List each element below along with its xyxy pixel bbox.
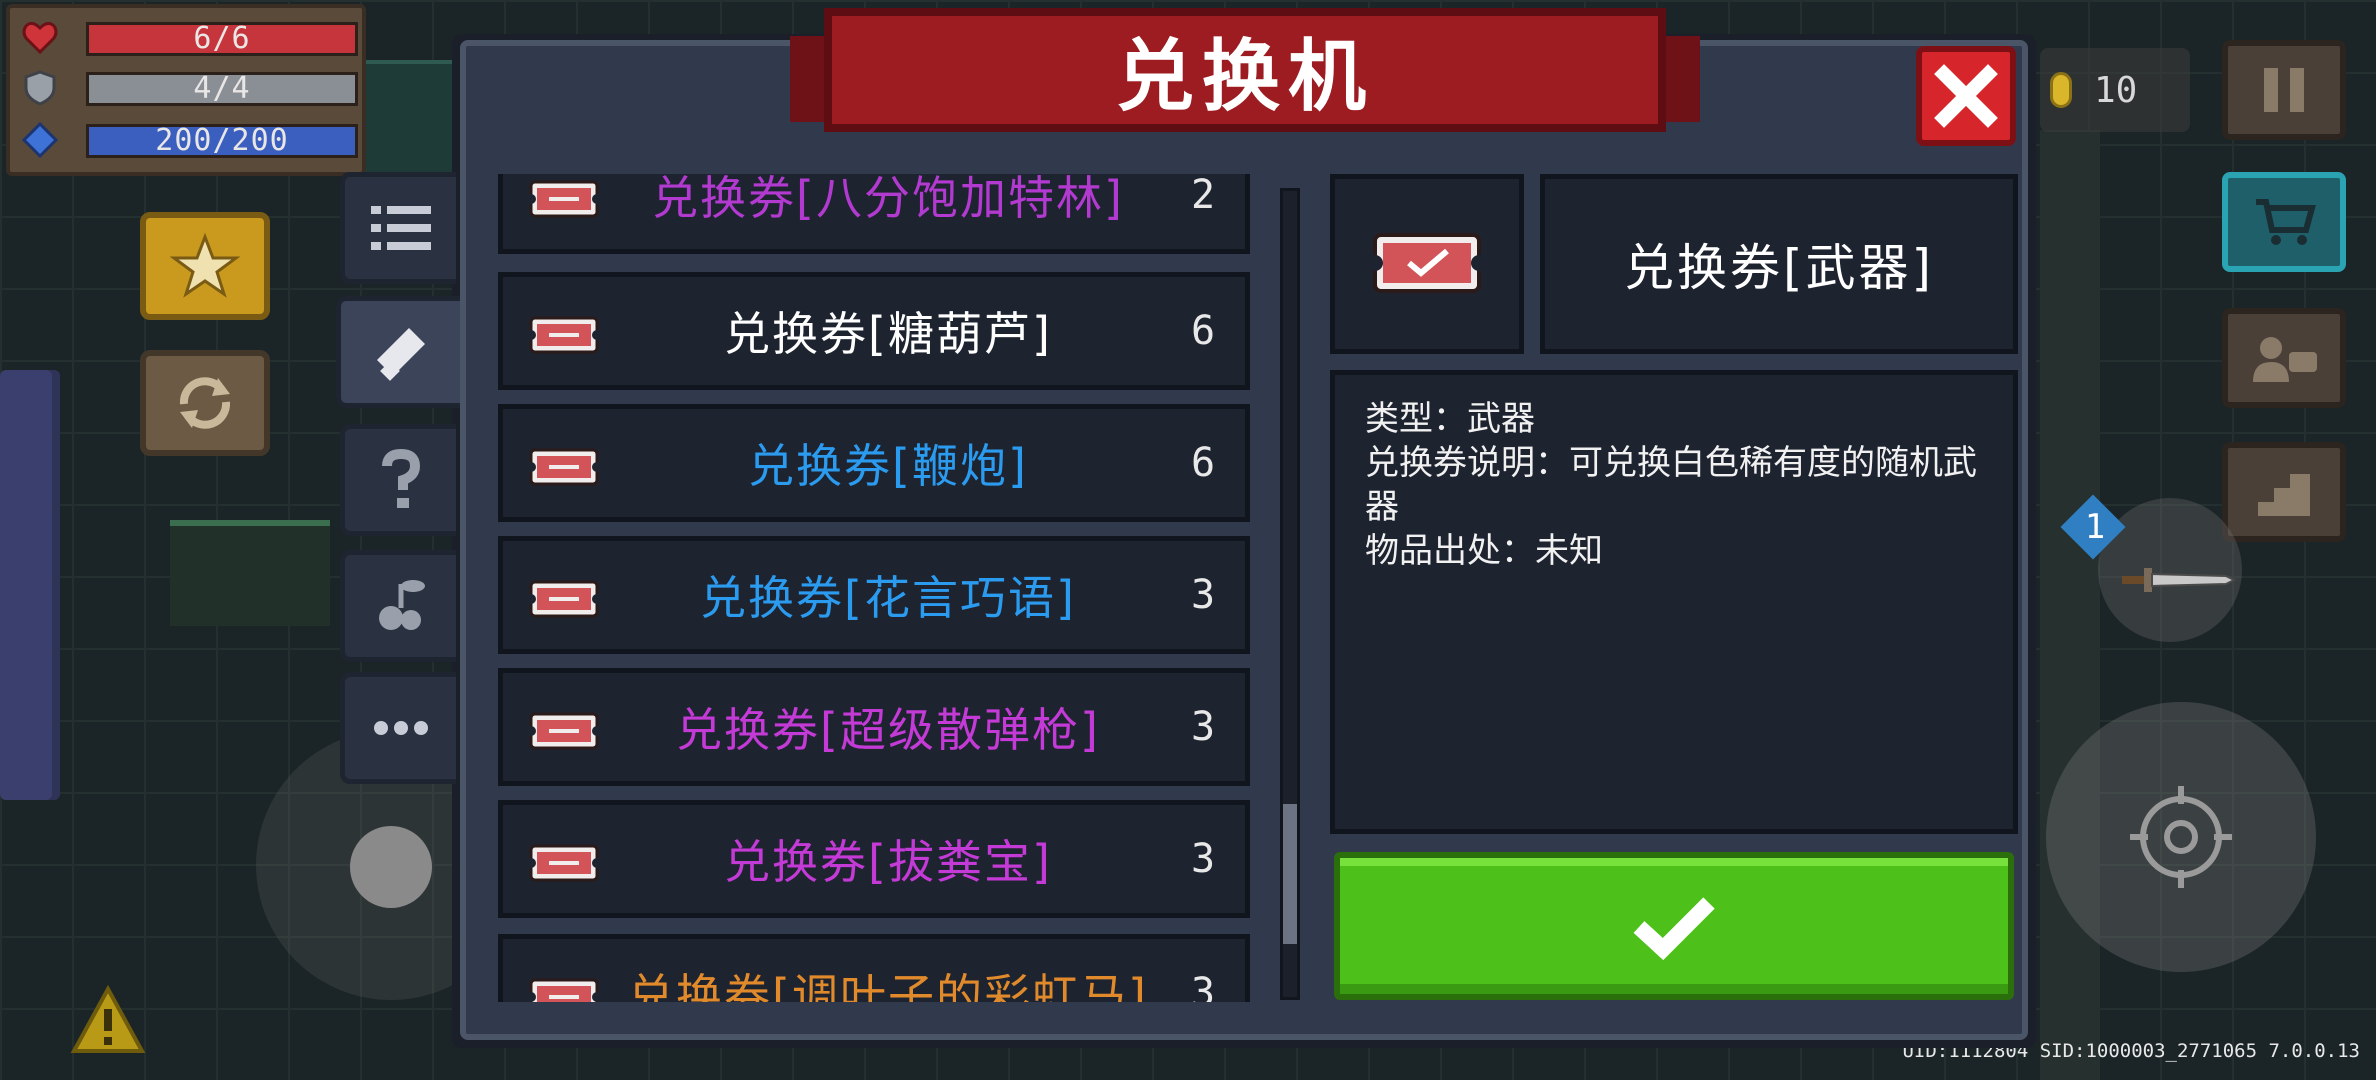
ticket-icon xyxy=(529,712,599,750)
coin-counter: 10 xyxy=(2040,48,2190,132)
confirm-button[interactable] xyxy=(1334,852,2014,1000)
ticket-icon xyxy=(529,180,599,218)
item-quantity: 3 xyxy=(1190,704,1216,750)
ticket-icon xyxy=(529,448,599,486)
coin-count: 10 xyxy=(2094,69,2138,111)
stairs-icon xyxy=(2258,474,2310,516)
list-item[interactable]: 兑换券[八分饱加特林] 2 xyxy=(498,174,1250,254)
energy-crystal-icon xyxy=(22,122,58,158)
more-icon xyxy=(373,721,428,735)
star-icon xyxy=(170,232,240,298)
item-quantity: 3 xyxy=(1190,572,1216,618)
armor-bar: 4/4 xyxy=(86,72,358,106)
ticket-icon xyxy=(529,978,599,1002)
tab-mystery[interactable] xyxy=(340,424,456,536)
item-name: 兑换券[拔粪宝] xyxy=(724,835,1052,889)
tab-plants[interactable] xyxy=(340,550,456,662)
item-quantity: 2 xyxy=(1190,174,1216,218)
ticket-list[interactable]: 兑换券[八分饱加特林] 2 兑换券[糖葫芦] 6 兑换券[鞭炮] 6 兑换券[花言巧语] 3 兑… xyxy=(488,174,1270,1002)
detail-title: 兑换券[武器] xyxy=(1623,239,1934,297)
ticket-icon xyxy=(529,580,599,618)
item-quantity: 6 xyxy=(1190,440,1216,486)
energy-bar: 200/200 xyxy=(86,124,358,158)
pause-button[interactable] xyxy=(2222,40,2346,140)
list-item[interactable]: 兑换券[鞭炮] 6 xyxy=(498,404,1250,522)
weapon-icon xyxy=(376,328,425,381)
item-quantity: 3 xyxy=(1190,970,1216,1002)
checkmark-icon xyxy=(1633,897,1715,961)
hp-row: 6/6 xyxy=(22,18,358,58)
tab-list[interactable] xyxy=(340,172,456,284)
item-name: 兑换券[糖葫芦] xyxy=(724,307,1052,361)
ticket-icon xyxy=(529,316,599,354)
profile-button[interactable] xyxy=(2222,308,2346,408)
plant-bed xyxy=(170,520,330,626)
title-banner: 兑换机 xyxy=(824,8,1666,132)
heart-icon xyxy=(22,21,58,55)
swap-weapon-button[interactable] xyxy=(140,350,270,456)
list-item[interactable]: 兑换券[超级散弹枪] 3 xyxy=(498,668,1250,786)
interact-button[interactable] xyxy=(2222,442,2346,542)
modal-title: 兑换机 xyxy=(1115,32,1374,122)
cart-icon xyxy=(2256,199,2316,245)
shop-button[interactable] xyxy=(2222,172,2346,272)
list-icon xyxy=(370,206,431,250)
item-name: 兑换券[鞭炮] xyxy=(748,439,1028,493)
detail-title-box: 兑换券[武器] xyxy=(1540,174,2018,354)
energy-row: 200/200 xyxy=(22,120,358,160)
move-joystick-knob[interactable] xyxy=(350,826,432,908)
crosshair-icon xyxy=(2130,786,2232,888)
pause-icon xyxy=(2264,68,2304,112)
coin-icon xyxy=(2050,72,2072,108)
list-item[interactable]: 兑换券[调叶子的彩虹马] 3 xyxy=(498,934,1250,1002)
item-quantity: 3 xyxy=(1190,836,1216,882)
item-name: 兑换券[调叶子的彩虹马] xyxy=(628,969,1148,1002)
plant-icon xyxy=(378,580,425,630)
weapon-ticket-icon xyxy=(1371,233,1483,293)
ticket-icon xyxy=(529,844,599,882)
stats-panel: 6/6 4/4 200/200 xyxy=(6,4,366,176)
close-button[interactable] xyxy=(1916,46,2016,146)
detail-type: 类型：武器 xyxy=(1365,399,1535,439)
list-item[interactable]: 兑换券[拔粪宝] 3 xyxy=(498,800,1250,918)
close-icon xyxy=(1934,64,1998,128)
hp-bar: 6/6 xyxy=(86,22,358,56)
warning-sign-icon xyxy=(70,985,146,1053)
list-scrollbar-thumb[interactable] xyxy=(1283,804,1297,944)
detail-desc: 兑换券说明：可兑换白色稀有度的随机武器 xyxy=(1365,443,1977,527)
armor-row: 4/4 xyxy=(22,68,358,108)
skill-button[interactable] xyxy=(140,212,270,320)
tab-more[interactable] xyxy=(340,672,456,784)
sword-icon xyxy=(2122,568,2237,592)
item-name: 兑换券[超级散弹枪] xyxy=(676,703,1100,757)
banner-tail-right xyxy=(1660,36,1700,122)
list-item[interactable]: 兑换券[糖葫芦] 6 xyxy=(498,272,1250,390)
detail-source: 物品出处：未知 xyxy=(1365,531,1603,571)
weapon-energy-cost: 1 xyxy=(2084,507,2106,547)
item-name: 兑换券[八分饱加特林] xyxy=(652,174,1124,225)
swap-icon xyxy=(179,377,231,429)
detail-icon-box xyxy=(1330,174,1524,354)
item-name: 兑换券[花言巧语] xyxy=(700,571,1076,625)
detail-description: 类型：武器 兑换券说明：可兑换白色稀有度的随机武器 物品出处：未知 xyxy=(1330,370,2018,834)
tab-weapons[interactable] xyxy=(336,296,460,408)
profile-chat-icon xyxy=(2253,337,2317,382)
purple-wall xyxy=(0,370,60,800)
mystery-icon xyxy=(381,448,420,508)
list-item[interactable]: 兑换券[花言巧语] 3 xyxy=(498,536,1250,654)
item-quantity: 6 xyxy=(1190,308,1216,354)
shield-icon xyxy=(24,70,56,106)
